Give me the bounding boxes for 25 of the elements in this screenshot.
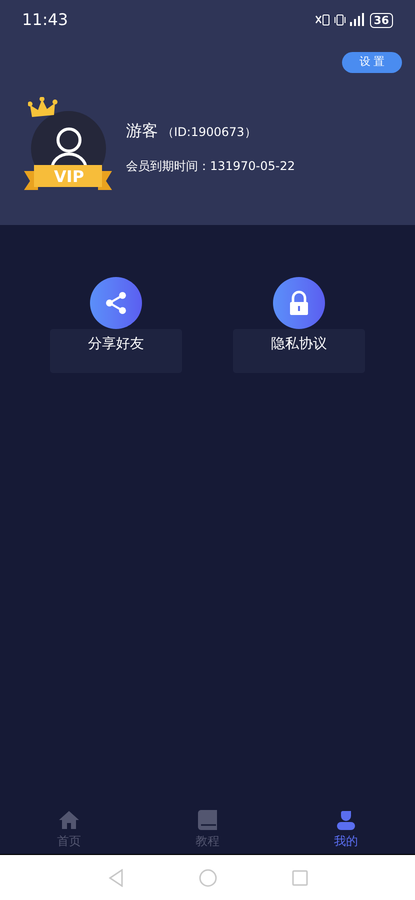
action-card[interactable]: 分享好友 bbox=[50, 329, 182, 373]
nav-tab[interactable]: 首页 bbox=[0, 805, 138, 854]
nav-tab[interactable]: 教程 bbox=[138, 805, 277, 854]
ribbon-icon bbox=[24, 165, 112, 191]
user-id: （ID:1900673） bbox=[162, 124, 256, 141]
action-label: 分享好友 bbox=[88, 335, 144, 354]
vip-label: VIP bbox=[54, 167, 84, 187]
settings-button[interactable]: 设 置 bbox=[342, 52, 402, 73]
membership-expiry: 会员到期时间：131970-05-22 bbox=[126, 158, 296, 175]
status-time: 11:43 bbox=[22, 9, 68, 31]
back-icon[interactable] bbox=[108, 868, 124, 886]
lock-icon bbox=[287, 290, 311, 316]
nav-tab[interactable]: 我的 bbox=[276, 805, 415, 854]
signal-icon bbox=[350, 13, 366, 27]
action-label: 隐私协议 bbox=[271, 335, 327, 354]
recents-icon[interactable] bbox=[292, 870, 308, 886]
home-button-icon[interactable] bbox=[198, 868, 216, 886]
battery-indicator: 36 bbox=[370, 12, 393, 28]
share-icon bbox=[103, 290, 129, 316]
user-icon bbox=[336, 810, 355, 830]
action-card[interactable]: 隐私协议 bbox=[233, 329, 365, 373]
book-icon bbox=[198, 810, 217, 830]
vibrate-icon bbox=[334, 13, 346, 27]
user-name: 游客 bbox=[126, 120, 158, 142]
home-icon bbox=[58, 810, 80, 830]
